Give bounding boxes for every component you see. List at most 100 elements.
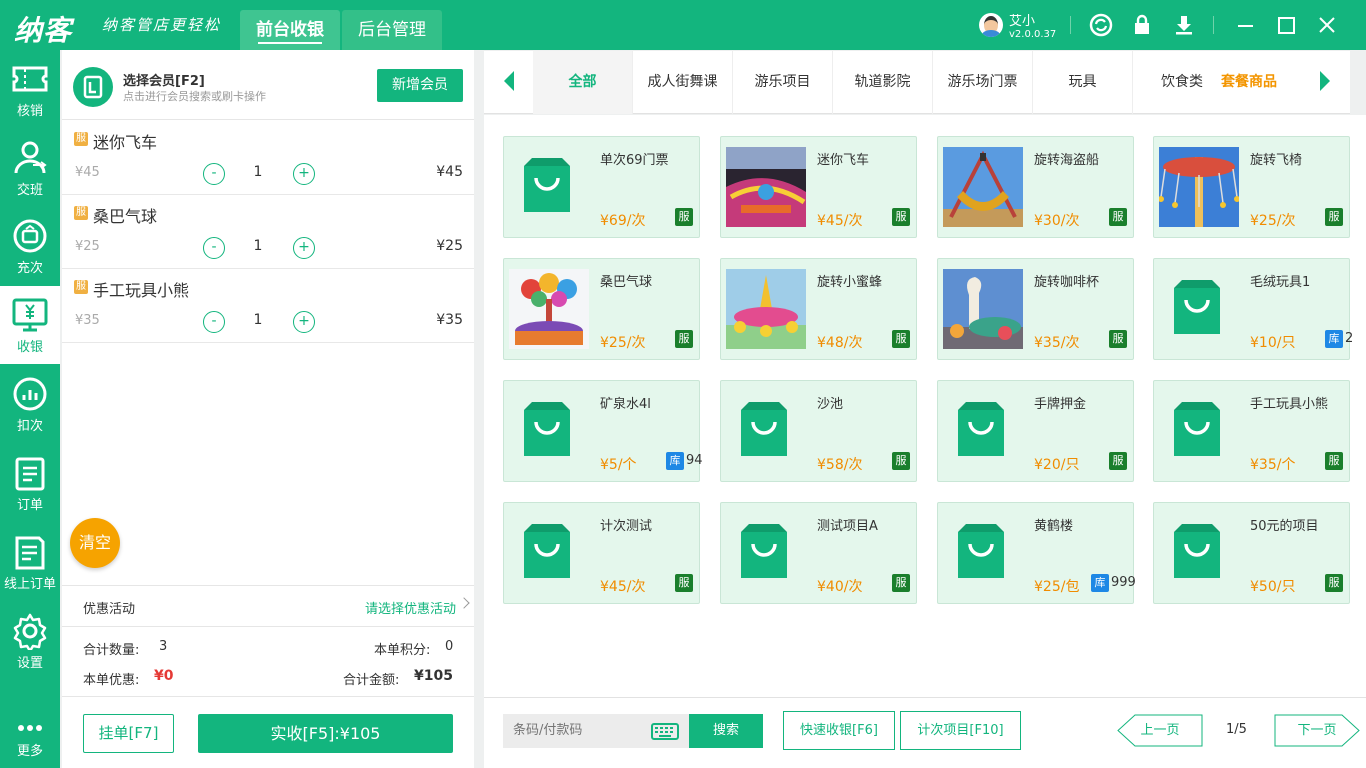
decrease-button[interactable]: - [203,311,225,333]
product-card[interactable]: 沙池 ¥58/次 服 [720,380,917,482]
category-package[interactable]: 套餐商品 [1205,51,1299,114]
decrease-button[interactable]: - [203,237,225,259]
sidebar-item-label: 订单 [16,498,43,513]
sidebar-item-more[interactable]: 更多 [0,690,60,768]
product-card[interactable]: 桑巴气球 ¥25/次 服 [503,258,700,360]
keyboard-icon[interactable] [651,723,679,740]
sidebar-item-label: 设置 [16,656,43,671]
search-button[interactable]: 搜索 [689,714,763,748]
cart-item-subtotal: ¥35 [436,312,463,328]
sidebar-item-settings[interactable]: 设置 [0,602,60,680]
product-card[interactable]: 毛绒玩具1 ¥10/只 库 2 [1153,258,1353,360]
download-icon[interactable] [1171,12,1197,38]
product-card[interactable]: 手工玩具小熊 ¥35/个 服 [1153,380,1350,482]
product-card[interactable]: 计次测试 ¥45/次 服 [503,502,700,604]
product-price: ¥69/次 [600,213,646,229]
cashier-icon [12,298,48,332]
close-icon[interactable] [1314,12,1340,38]
category-item[interactable]: 饮食类 [1133,51,1205,114]
promotion-row[interactable]: 优惠活动 请选择优惠活动 [62,585,474,627]
decrease-button[interactable]: - [203,163,225,185]
product-name: 旋转飞椅 [1250,153,1303,168]
product-card[interactable]: 手牌押金 ¥20/只 服 [937,380,1134,482]
clear-cart-button[interactable]: 清空 [70,518,120,568]
category-prev-arrow[interactable] [504,71,514,91]
sidebar-item-deduct[interactable]: 扣次 [0,365,60,443]
quick-cash-button[interactable]: 快速收银[F6] [783,711,895,750]
category-item[interactable]: 轨道影院 [833,51,933,114]
prev-page-button[interactable]: 上一页 [1117,714,1203,747]
next-page-label: 下一页 [1297,723,1337,738]
member-select[interactable]: 选择会员[F2] 点击进行会员搜索或刷卡操作 新增会员 [62,50,474,120]
stock-badge: 库 [1091,574,1109,592]
increase-button[interactable]: + [293,311,315,333]
category-item[interactable]: 成人街舞课 [633,51,733,114]
product-name: 桑巴气球 [600,275,653,290]
app-slogan: 纳客管店更轻松 [102,16,222,34]
minimize-icon[interactable] [1232,12,1258,38]
cart-item-price: ¥35 [75,313,100,328]
product-card[interactable]: 50元的项目 ¥50/只 服 [1153,502,1350,604]
chevron-right-icon [458,597,470,609]
service-badge: 服 [74,206,88,220]
service-badge: 服 [675,330,693,348]
pay-button[interactable]: 实收[F5]:¥105 [198,714,453,753]
cart-item-name: 桑巴气球 [93,207,158,226]
category-item[interactable]: 游乐项目 [733,51,833,114]
sidebar-item-orders[interactable]: 订单 [0,444,60,522]
product-card[interactable]: 旋转咖啡杯 ¥35/次 服 [937,258,1134,360]
product-card[interactable]: 迷你飞车 ¥45/次 服 [720,136,917,238]
count-item-button[interactable]: 计次项目[F10] [900,711,1021,750]
category-next-arrow[interactable] [1320,71,1330,91]
refresh-icon[interactable] [1088,12,1114,38]
sidebar-item-cashier[interactable]: 收银 [0,286,60,364]
category-bar: 全部 成人街舞课 游乐项目 轨道影院 游乐场门票 玩具 饮食类 套餐商品 [484,51,1350,114]
product-name: 旋转小蜜蜂 [817,275,883,290]
hang-order-button[interactable]: 挂单[F7] [83,714,174,753]
tab-front-cashier[interactable]: 前台收银 [240,10,340,50]
category-item[interactable]: 玩具 [1033,51,1133,114]
total-qty: 3 [159,639,168,654]
lock-icon[interactable] [1129,12,1155,38]
sidebar-item-recharge[interactable]: 充次 [0,207,60,285]
sidebar-item-handover[interactable]: 交班 [0,129,60,207]
product-name: 迷你飞车 [817,153,870,168]
next-page-button[interactable]: 下一页 [1274,714,1360,747]
ticket-icon [12,66,48,92]
product-card[interactable]: 黄鹤楼 ¥25/包库 999 [937,502,1136,604]
product-card[interactable]: 旋转小蜜蜂 ¥48/次 服 [720,258,917,360]
discount: ¥0 [154,668,174,684]
service-badge: 服 [892,208,910,226]
stock-count: 999 [1111,575,1136,590]
product-price: ¥10/只 [1250,335,1296,351]
product-card[interactable]: 旋转飞椅 ¥25/次 服 [1153,136,1350,238]
add-member-button[interactable]: 新增会员 [377,69,463,102]
divider [1070,16,1071,34]
category-all[interactable]: 全部 [533,51,633,114]
product-card[interactable]: 矿泉水4l ¥5/个 库 94 [503,380,703,482]
stock-badge: 库 [666,452,684,470]
product-card[interactable]: 测试项目A ¥40/次 服 [720,502,917,604]
tab-back-management[interactable]: 后台管理 [342,10,442,50]
maximize-icon[interactable] [1273,12,1299,38]
product-price: ¥45/次 [600,579,646,595]
sidebar-item-verify[interactable]: 核销 [0,50,60,128]
product-name: 计次测试 [600,519,653,534]
quantity-value: 1 [253,312,263,328]
product-image [726,269,806,349]
page-indicator: 1/5 [1226,722,1247,737]
cart-item: 服 桑巴气球 ¥25 - 1 + ¥25 [62,195,474,269]
increase-button[interactable]: + [293,237,315,259]
total-amount: ¥105 [414,668,453,684]
product-grid: 单次69门票 ¥69/次服迷你飞车 ¥45/次服旋转海盗船 ¥30/次服旋转飞椅 ¥25… [484,115,1366,697]
online-order-icon [15,536,45,570]
product-card[interactable]: 旋转海盗船 ¥30/次 服 [937,136,1134,238]
increase-button[interactable]: + [293,163,315,185]
total-qty-label: 合计数量: [83,643,140,658]
category-item[interactable]: 游乐场门票 [933,51,1033,114]
quantity-value: 1 [253,164,263,180]
promotion-select[interactable]: 请选择优惠活动 [365,598,456,617]
sidebar-item-online-orders[interactable]: 线上订单 [0,523,60,601]
cart-item-price: ¥25 [75,239,100,254]
product-card[interactable]: 单次69门票 ¥69/次 服 [503,136,700,238]
